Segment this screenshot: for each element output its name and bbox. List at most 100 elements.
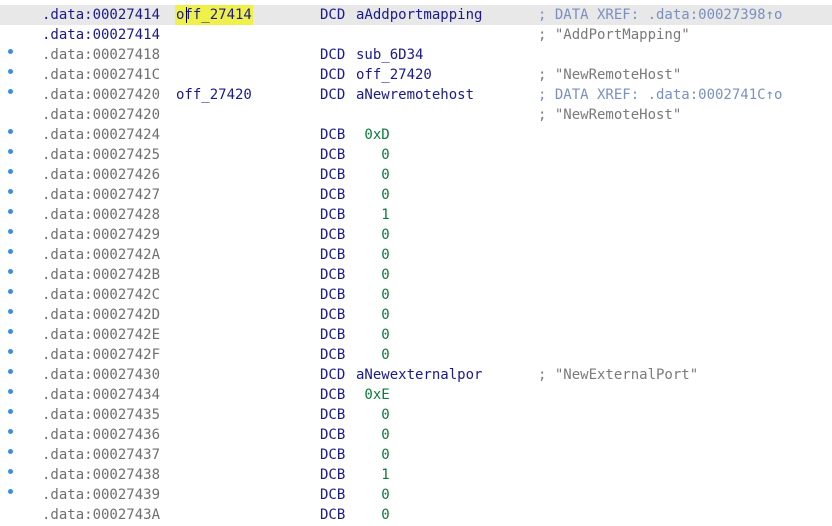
instruction-mnemonic[interactable]: DCB (320, 485, 345, 505)
listing-row[interactable]: .data:0002741C DCD off_27420 ; "NewRemoteHo… (0, 65, 832, 85)
instruction-mnemonic[interactable]: DCB (320, 445, 345, 465)
operand-number[interactable]: 0 (356, 285, 389, 305)
operand-number[interactable]: 1 (356, 465, 389, 485)
operand-number[interactable]: 0 (356, 145, 389, 165)
label-name[interactable]: off_27420 (176, 85, 252, 105)
operand-number[interactable]: 0 (356, 325, 389, 345)
instruction-mnemonic[interactable]: DCB (320, 225, 345, 245)
operand-symbol[interactable]: aAddportmapping (356, 5, 482, 25)
instruction-mnemonic[interactable]: DCD (320, 5, 345, 25)
xref-comment[interactable]: ; DATA XREF: .data:00027398↑o (538, 5, 782, 25)
line-address[interactable]: .data:0002742D (42, 305, 160, 325)
line-address[interactable]: .data:00027438 (42, 465, 160, 485)
listing-row[interactable]: .data:00027427 DCB 0 (0, 185, 832, 205)
operand-number[interactable]: 0 (356, 405, 389, 425)
operand-number[interactable]: 0 (356, 345, 389, 365)
line-address[interactable]: .data:00027420 (42, 105, 160, 125)
operand-symbol[interactable]: off_27420 (356, 65, 432, 85)
disassembly-listing[interactable]: .data:00027414 off_27414 DCD aAddportmappin… (0, 0, 832, 526)
line-address[interactable]: .data:00027439 (42, 485, 160, 505)
listing-row[interactable]: .data:00027428 DCB 1 (0, 205, 832, 225)
listing-row[interactable]: .data:00027434 DCB 0xE (0, 385, 832, 405)
instruction-mnemonic[interactable]: DCB (320, 185, 345, 205)
line-address[interactable]: .data:00027428 (42, 205, 160, 225)
listing-row[interactable]: .data:00027420 off_27420 DCD aNewremotehost… (0, 85, 832, 105)
line-address[interactable]: .data:00027434 (42, 385, 160, 405)
listing-row-current[interactable]: .data:00027414 off_27414 DCD aAddportmappin… (0, 5, 832, 25)
listing-row[interactable]: .data:00027437 DCB 0 (0, 445, 832, 465)
line-address[interactable]: .data:00027435 (42, 405, 160, 425)
line-address[interactable]: .data:00027425 (42, 145, 160, 165)
operand-number[interactable]: 0xE (356, 385, 389, 405)
listing-row[interactable]: .data:00027429 DCB 0 (0, 225, 832, 245)
line-address[interactable]: .data:0002742B (42, 265, 160, 285)
instruction-mnemonic[interactable]: DCB (320, 405, 345, 425)
line-address[interactable]: .data:00027420 (42, 85, 160, 105)
line-address[interactable]: .data:00027414 (42, 5, 160, 25)
line-address[interactable]: .data:0002742A (42, 245, 160, 265)
line-address[interactable]: .data:00027436 (42, 425, 160, 445)
listing-row[interactable]: .data:0002743A DCB 0 (0, 505, 832, 525)
operand-symbol[interactable]: aNewremotehost (356, 85, 474, 105)
line-address[interactable]: .data:0002741C (42, 65, 160, 85)
instruction-mnemonic[interactable]: DCB (320, 305, 345, 325)
instruction-mnemonic[interactable]: DCD (320, 365, 345, 385)
listing-row[interactable]: .data:00027435 DCB 0 (0, 405, 832, 425)
operand-number[interactable]: 0 (356, 225, 389, 245)
line-address[interactable]: .data:00027429 (42, 225, 160, 245)
listing-row[interactable]: .data:00027418 DCD sub_6D34 (0, 45, 832, 65)
line-address[interactable]: .data:00027437 (42, 445, 160, 465)
line-address[interactable]: .data:00027430 (42, 365, 160, 385)
line-address[interactable]: .data:00027426 (42, 165, 160, 185)
line-address[interactable]: .data:0002743A (42, 505, 160, 525)
operand-number[interactable]: 0 (356, 505, 389, 525)
line-address[interactable]: .data:0002742C (42, 285, 160, 305)
operand-number[interactable]: 0 (356, 425, 389, 445)
listing-row[interactable]: .data:0002742A DCB 0 (0, 245, 832, 265)
instruction-mnemonic[interactable]: DCB (320, 285, 345, 305)
operand-number[interactable]: 0xD (356, 125, 389, 145)
operand-number[interactable]: 0 (356, 485, 389, 505)
listing-row[interactable]: .data:0002742F DCB 0 (0, 345, 832, 365)
instruction-mnemonic[interactable]: DCD (320, 85, 345, 105)
instruction-mnemonic[interactable]: DCB (320, 125, 345, 145)
line-address[interactable]: .data:0002742F (42, 345, 160, 365)
line-address[interactable]: .data:00027424 (42, 125, 160, 145)
listing-row[interactable]: .data:00027426 DCB 0 (0, 165, 832, 185)
operand-number[interactable]: 0 (356, 165, 389, 185)
line-address[interactable]: .data:0002742E (42, 325, 160, 345)
listing-row[interactable]: .data:00027420 ; "NewRemoteHost" (0, 105, 832, 125)
instruction-mnemonic[interactable]: DCB (320, 465, 345, 485)
listing-row[interactable]: .data:00027414 ; "AddPortMapping" (0, 25, 832, 45)
xref-comment[interactable]: ; DATA XREF: .data:0002741C↑o (538, 85, 782, 105)
operand-number[interactable]: 1 (356, 205, 389, 225)
operand-number[interactable]: 0 (356, 265, 389, 285)
instruction-mnemonic[interactable]: DCB (320, 205, 345, 225)
listing-row[interactable]: .data:0002742E DCB 0 (0, 325, 832, 345)
instruction-mnemonic[interactable]: DCD (320, 45, 345, 65)
instruction-mnemonic[interactable]: DCB (320, 245, 345, 265)
instruction-mnemonic[interactable]: DCD (320, 65, 345, 85)
instruction-mnemonic[interactable]: DCB (320, 265, 345, 285)
operand-number[interactable]: 0 (356, 305, 389, 325)
listing-row[interactable]: .data:00027438 DCB 1 (0, 465, 832, 485)
instruction-mnemonic[interactable]: DCB (320, 325, 345, 345)
listing-row[interactable]: .data:00027436 DCB 0 (0, 425, 832, 445)
operand-number[interactable]: 0 (356, 185, 389, 205)
operand-symbol[interactable]: sub_6D34 (356, 45, 423, 65)
instruction-mnemonic[interactable]: DCB (320, 345, 345, 365)
line-address[interactable]: .data:00027418 (42, 45, 160, 65)
line-address[interactable]: .data:00027427 (42, 185, 160, 205)
instruction-mnemonic[interactable]: DCB (320, 505, 345, 525)
listing-row[interactable]: .data:00027424 DCB 0xD (0, 125, 832, 145)
operand-symbol[interactable]: aNewexternalpor (356, 365, 482, 385)
listing-row[interactable]: .data:0002742C DCB 0 (0, 285, 832, 305)
operand-number[interactable]: 0 (356, 245, 389, 265)
instruction-mnemonic[interactable]: DCB (320, 165, 345, 185)
instruction-mnemonic[interactable]: DCB (320, 145, 345, 165)
listing-row[interactable]: .data:00027439 DCB 0 (0, 485, 832, 505)
line-address[interactable]: .data:00027414 (42, 25, 160, 45)
listing-row[interactable]: .data:0002742D DCB 0 (0, 305, 832, 325)
instruction-mnemonic[interactable]: DCB (320, 385, 345, 405)
operand-number[interactable]: 0 (356, 445, 389, 465)
